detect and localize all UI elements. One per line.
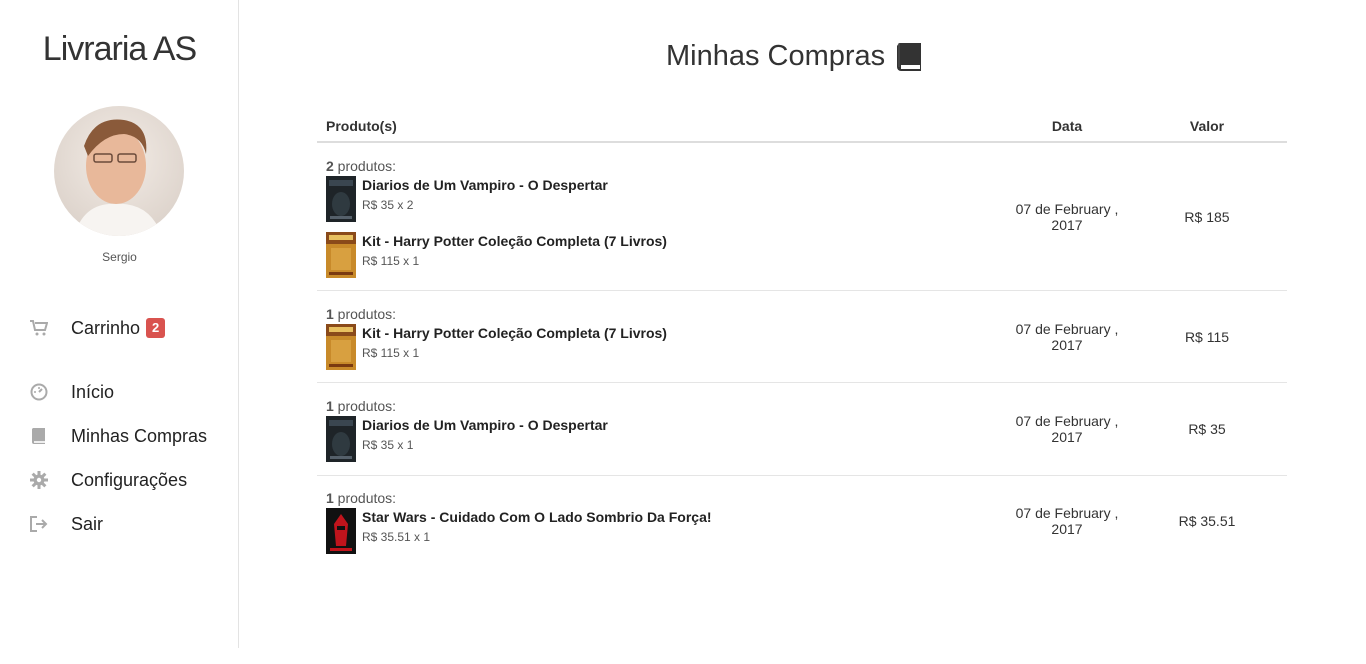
sidebar-item-label: Sair xyxy=(71,513,104,534)
order-value: R$ 35.51 xyxy=(1178,513,1236,529)
book-cover-vampire[interactable] xyxy=(326,175,356,222)
product-name[interactable]: Diarios de Um Vampiro - O Despertar xyxy=(362,416,608,434)
order-value: R$ 35 xyxy=(1188,421,1226,437)
sidebar-item-label: Carrinho xyxy=(71,317,141,338)
book-cover-star-wars[interactable] xyxy=(326,508,356,554)
sidebar-item-label: Minhas Compras xyxy=(71,425,208,446)
list-item[interactable]: Diarios de Um Vampiro - O Despertar R$ 3… xyxy=(326,416,1007,462)
product-count: 2 produtos: xyxy=(326,157,397,174)
sidebar-item-carrinho[interactable]: Carrinho 2 xyxy=(30,316,166,340)
product-count: 1 produtos: xyxy=(326,305,397,322)
table-row: 1 produtos: Star Wars - Cuidado Com O La… xyxy=(317,476,1287,566)
list-item[interactable]: Star Wars - Cuidado Com O Lado Sombrio D… xyxy=(326,508,1007,554)
book-icon xyxy=(895,42,923,72)
sidebar-item-label: Início xyxy=(71,381,115,402)
book-cover-harry-potter[interactable] xyxy=(326,323,356,370)
sidebar: Livraria AS Sergio Carrinho 2 Início Min… xyxy=(0,0,239,648)
table-header: Produto(s) Data Valor xyxy=(317,110,1287,143)
gear-icon xyxy=(30,471,48,489)
book-icon xyxy=(30,427,48,445)
product-price: R$ 35 x 2 xyxy=(362,197,414,212)
order-date: 07 de February , 2017 xyxy=(1015,200,1119,233)
product-price: R$ 35.51 x 1 xyxy=(362,530,431,544)
table-row: 1 produtos: Diarios de Um Vampiro - O De… xyxy=(317,383,1287,476)
dashboard-icon xyxy=(30,383,48,401)
column-header-date: Data xyxy=(1051,117,1083,134)
sidebar-item-inicio[interactable]: Início xyxy=(30,380,114,404)
orders-table: Produto(s) Data Valor 2 produtos: Diario… xyxy=(317,110,1287,566)
table-row: 1 produtos: Kit - Harry Potter Coleção C… xyxy=(317,291,1287,383)
page-title: Minhas Compras xyxy=(666,40,923,73)
column-header-products: Produto(s) xyxy=(326,117,397,134)
order-date: 07 de February , 2017 xyxy=(1015,413,1119,445)
list-item[interactable]: Kit - Harry Potter Coleção Completa (7 L… xyxy=(326,323,1007,370)
product-name[interactable]: Kit - Harry Potter Coleção Completa (7 L… xyxy=(362,232,667,250)
product-name[interactable]: Diarios de Um Vampiro - O Despertar xyxy=(362,176,608,194)
product-price: R$ 115 x 1 xyxy=(362,345,420,360)
product-name[interactable]: Star Wars - Cuidado Com O Lado Sombrio D… xyxy=(362,508,712,526)
products-cell: 1 produtos: Diarios de Um Vampiro - O De… xyxy=(317,388,1007,470)
product-count: 1 produtos: xyxy=(326,490,397,506)
list-item[interactable]: Diarios de Um Vampiro - O Despertar R$ 3… xyxy=(326,175,1007,222)
order-date: 07 de February , 2017 xyxy=(1015,505,1119,537)
list-item[interactable]: Kit - Harry Potter Coleção Completa (7 L… xyxy=(326,231,1007,278)
brand-logo[interactable]: Livraria AS xyxy=(0,30,239,69)
page-title-text: Minhas Compras xyxy=(666,40,886,72)
cart-count-badge: 2 xyxy=(146,318,166,338)
column-header-value: Valor xyxy=(1189,117,1225,134)
order-value: R$ 115 xyxy=(1184,328,1230,345)
product-count: 1 produtos: xyxy=(326,398,397,414)
cart-icon xyxy=(30,319,48,337)
sidebar-item-configuracoes[interactable]: Configurações xyxy=(30,468,187,492)
sidebar-item-sair[interactable]: Sair xyxy=(30,512,103,536)
product-name[interactable]: Kit - Harry Potter Coleção Completa (7 L… xyxy=(362,324,667,342)
logout-icon xyxy=(30,515,48,533)
sidebar-item-minhas-compras[interactable]: Minhas Compras xyxy=(30,424,207,448)
products-cell: 1 produtos: Kit - Harry Potter Coleção C… xyxy=(317,296,1007,378)
username: Sergio xyxy=(102,250,137,264)
sidebar-item-label: Configurações xyxy=(71,469,188,490)
products-cell: 1 produtos: Star Wars - Cuidado Com O La… xyxy=(317,480,1007,562)
product-price: R$ 115 x 1 xyxy=(362,253,420,268)
table-row: 2 produtos: Diarios de Um Vampiro - O De… xyxy=(317,143,1287,291)
order-date: 07 de February , 2017 xyxy=(1015,320,1119,353)
product-price: R$ 35 x 1 xyxy=(362,438,414,452)
book-cover-harry-potter[interactable] xyxy=(326,231,356,278)
avatar[interactable] xyxy=(54,106,184,236)
book-cover-vampire[interactable] xyxy=(326,416,356,462)
products-cell: 2 produtos: Diarios de Um Vampiro - O De… xyxy=(317,148,1007,286)
order-value: R$ 185 xyxy=(1184,208,1230,225)
